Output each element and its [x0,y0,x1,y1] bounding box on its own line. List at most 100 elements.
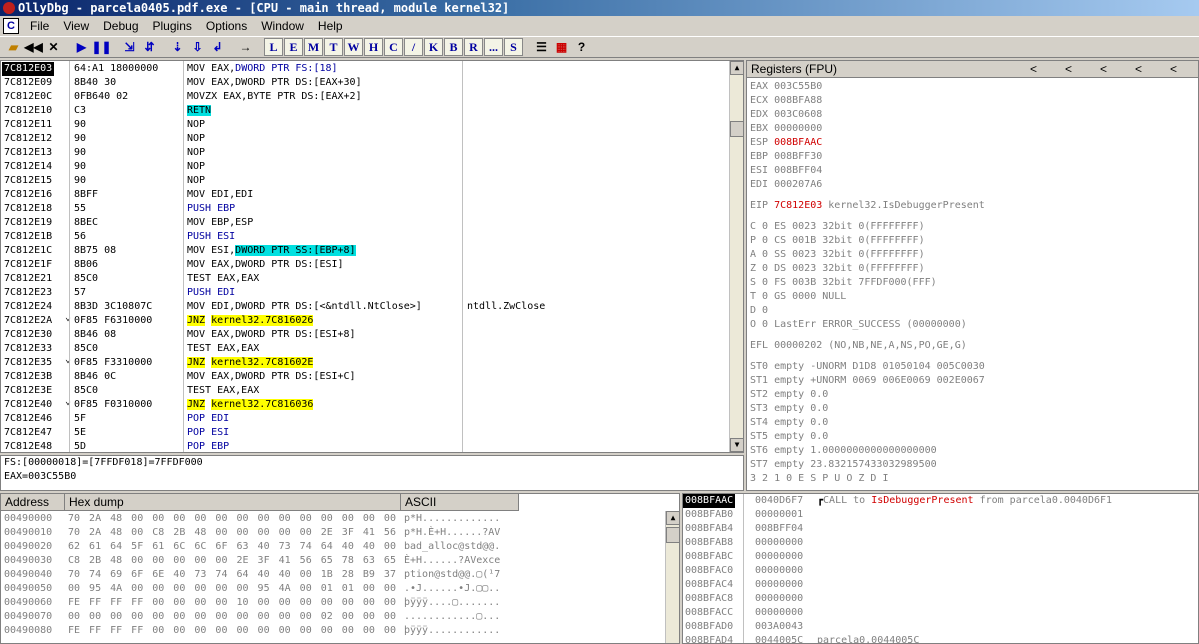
stack-row[interactable]: 008BFAD0 003A0043 [683,620,1198,634]
source-button[interactable]: S [504,38,523,56]
disasm-row[interactable]: 7C812E13 90 NOP [1,146,729,160]
register-line[interactable]: EFL 00000202 (NO,NB,NE,A,NS,PO,GE,G) [750,339,1198,353]
dump-row[interactable]: 00490070 00 00 00 00 00 00 00 00 00 00 00… [1,610,665,624]
memory-window-button[interactable]: M [304,38,323,56]
register-line[interactable]: A 0 SS 0023 32bit 0(FFFFFFFF) [750,248,1198,262]
register-line[interactable]: P 0 CS 001B 32bit 0(FFFFFFFF) [750,234,1198,248]
disasm-row[interactable]: 7C812E24 8B3D 3C10807C MOV EDI,DWORD PTR D… [1,300,729,314]
disasm-row[interactable]: ⌄7C812E2A0F85 F6310000JNZ kernel32.7C816… [1,312,729,328]
appearance-icon[interactable]: ▦ [552,38,571,56]
hex-column-header[interactable]: Hex dump [65,494,401,511]
disasm-row[interactable]: 7C812E19 8BEC MOV EBP,ESP [1,216,729,230]
dump-row[interactable]: 00490040 70 74 69 6F 6E 40 73 74 64 40 40… [1,568,665,582]
scroll-thumb[interactable] [666,527,679,543]
list-icon[interactable]: ☰ [532,38,551,56]
menu-view[interactable]: View [56,19,96,33]
arrow-left-icon[interactable]: < [1170,61,1177,77]
stack-row[interactable]: 008BFAC8 00000000 [683,592,1198,606]
scroll-thumb[interactable] [730,121,743,137]
register-line[interactable]: EDX 003C0608 [750,108,1198,122]
disasm-row[interactable]: 7C812E09 8B40 30 MOV EAX,DWORD PTR DS:[EAX… [1,76,729,90]
menu-help[interactable]: Help [311,19,350,33]
register-line[interactable]: ECX 008BFA88 [750,94,1198,108]
disasm-row[interactable]: 7C812E46 5F POP EDI [1,412,729,426]
disasm-row[interactable]: 7C812E18 55 PUSH EBP [1,202,729,216]
register-line[interactable]: ST2 empty 0.0 [750,388,1198,402]
disasm-row[interactable]: 7C812E33 85C0 TEST EAX,EAX [1,342,729,356]
disasm-row[interactable]: 7C812E1F 8B06 MOV EAX,DWORD PTR DS:[ESI] [1,258,729,272]
arrow-left-icon[interactable]: < [1065,61,1072,77]
stack-row[interactable]: 008BFAAC 0040D6F7 ┏CALL to IsDebuggerPrese… [683,494,1198,508]
run-trace-button[interactable]: ... [484,38,503,56]
pause-icon[interactable]: ❚❚ [91,38,111,56]
disasm-row[interactable]: 7C812E47 5E POP ESI [1,426,729,440]
dump-row[interactable]: 00490020 62 61 64 5F 61 6C 6C 6F 63 40 73… [1,540,665,554]
dump-row[interactable]: 00490000 70 2A 48 00 00 00 00 00 00 00 00… [1,512,665,526]
disasm-row[interactable]: 7C812E30 8B46 08 MOV EAX,DWORD PTR DS:[ESI… [1,328,729,342]
stack-row[interactable]: 008BFAC0 00000000 [683,564,1198,578]
ascii-column-header[interactable]: ASCII [401,494,519,511]
disasm-row[interactable]: 7C812E0C 0FB640 02 MOVZX EAX,BYTE PTR DS:[… [1,90,729,104]
menu-plugins[interactable]: Plugins [146,19,199,33]
patches-window-button[interactable]: / [404,38,423,56]
disasm-row[interactable]: 7C812E21 85C0 TEST EAX,EAX [1,272,729,286]
arrow-left-icon[interactable]: < [1030,61,1037,77]
register-line[interactable]: EBP 008BFF30 [750,150,1198,164]
open-icon[interactable]: ▰ [4,38,23,56]
trace-into-icon[interactable]: ⇣ [168,38,187,56]
registers-header[interactable]: Registers (FPU) < < < < < [747,61,1198,78]
register-line[interactable]: D 0 [750,304,1198,318]
disassembly-pane[interactable]: 7C812E03 64:A1 18000000 MOV EAX,DWORD PTR … [0,60,744,453]
dump-row[interactable]: 00490060 FE FF FF FF 00 00 00 00 10 00 00… [1,596,665,610]
register-line[interactable]: 3 2 1 0 E S P U O Z D I [750,472,1198,486]
disasm-row[interactable]: 7C812E3B 8B46 0C MOV EAX,DWORD PTR DS:[ESI… [1,370,729,384]
register-line[interactable]: Z 0 DS 0023 32bit 0(FFFFFFFF) [750,262,1198,276]
menu-file[interactable]: File [23,19,56,33]
stack-row[interactable]: 008BFAB8 00000000 [683,536,1198,550]
register-line[interactable]: ST7 empty 23.832157433032989500 [750,458,1198,472]
disasm-row[interactable]: 7C812E12 90 NOP [1,132,729,146]
handles-window-button[interactable]: H [364,38,383,56]
disasm-row[interactable]: 7C812E48 5D POP EBP [1,440,729,452]
dump-row[interactable]: 00490050 00 95 4A 00 00 00 00 00 00 95 4A… [1,582,665,596]
register-line[interactable]: ESP 008BFAAC [750,136,1198,150]
menu-debug[interactable]: Debug [96,19,145,33]
register-line[interactable]: ESI 008BFF04 [750,164,1198,178]
log-window-button[interactable]: L [264,38,283,56]
dump-row[interactable]: 00490030 C8 2B 48 00 00 00 00 00 2E 3F 41… [1,554,665,568]
hex-dump-pane[interactable]: Address Hex dump ASCII 00490000 70 2A 48 … [0,493,680,644]
register-line[interactable]: ST0 empty -UNORM D1D8 01050104 005C0030 [750,360,1198,374]
disasm-row[interactable]: 7C812E16 8BFF MOV EDI,EDI [1,188,729,202]
disasm-row[interactable]: 7C812E1C 8B75 08 MOV ESI,DWORD PTR SS:[EBP… [1,244,729,258]
scroll-up-icon[interactable]: ▲ [730,61,743,75]
stack-pane[interactable]: 008BFAAC 0040D6F7 ┏CALL to IsDebuggerPrese… [682,493,1199,644]
stack-row[interactable]: 008BFABC 00000000 [683,550,1198,564]
dump-row[interactable]: 00490080 FE FF FF FF 00 00 00 00 00 00 00… [1,624,665,638]
arrow-left-icon[interactable]: < [1100,61,1107,77]
register-line[interactable]: ST1 empty +UNORM 0069 006E0069 002E0067 [750,374,1198,388]
stack-row[interactable]: 008BFAD4 0044005C parcela0.0044005C [683,634,1198,643]
modules-window-button[interactable]: E [284,38,303,56]
register-line[interactable]: ST3 empty 0.0 [750,402,1198,416]
register-line[interactable]: O 0 LastErr ERROR_SUCCESS (00000000) [750,318,1198,332]
register-line[interactable]: EDI 000207A6 [750,178,1198,192]
windows-window-button[interactable]: W [344,38,363,56]
run-icon[interactable]: ▶ [72,38,91,56]
disasm-row[interactable]: 7C812E23 57 PUSH EDI [1,286,729,300]
breakpoints-button[interactable]: B [444,38,463,56]
disasm-row[interactable]: 7C812E11 90 NOP [1,118,729,132]
scroll-down-icon[interactable]: ▼ [730,438,743,452]
menu-window[interactable]: Window [254,19,311,33]
register-line[interactable]: T 0 GS 0000 NULL [750,290,1198,304]
step-into-icon[interactable]: ⇲ [120,38,139,56]
disasm-row[interactable]: 7C812E14 90 NOP [1,160,729,174]
execute-till-return-icon[interactable]: ↲ [208,38,227,56]
address-column-header[interactable]: Address [1,494,65,511]
register-line[interactable]: EIP 7C812E03 kernel32.IsDebuggerPresent [750,199,1198,213]
stack-row[interactable]: 008BFAC4 00000000 [683,578,1198,592]
stack-row[interactable]: 008BFACC 00000000 [683,606,1198,620]
register-line[interactable]: S 0 FS 003B 32bit 7FFDF000(FFF) [750,276,1198,290]
help-icon[interactable]: ? [572,38,591,56]
step-over-icon[interactable]: ⇵ [140,38,159,56]
go-to-icon[interactable]: → [236,38,255,56]
